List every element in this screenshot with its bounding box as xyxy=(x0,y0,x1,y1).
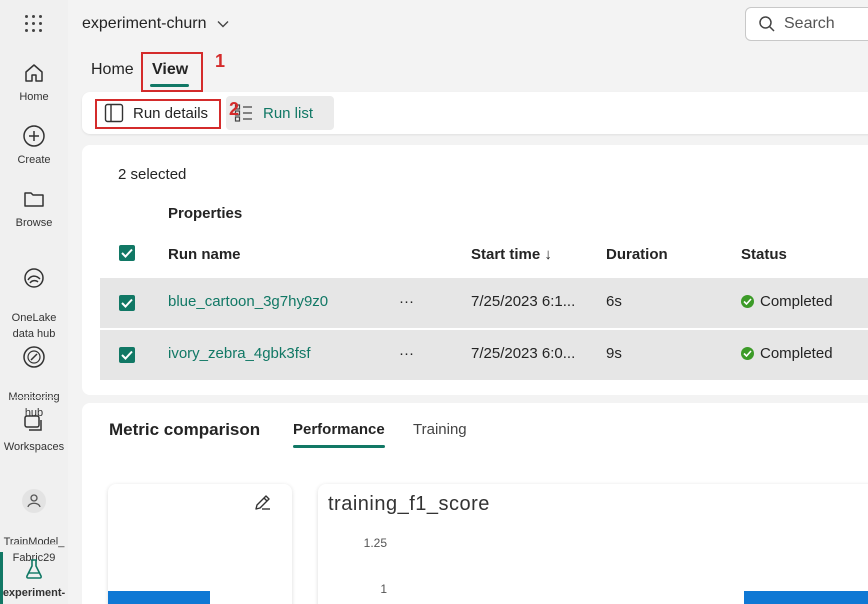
y-tick-label: 1 xyxy=(380,582,387,596)
tab-training[interactable]: Training xyxy=(413,421,467,438)
nav-experiment-label: experiment- xyxy=(2,587,66,599)
status-completed-icon xyxy=(741,295,754,308)
metric-card-partial xyxy=(108,484,292,604)
tab-home[interactable]: Home xyxy=(91,61,134,79)
col-header-start-time[interactable]: Start time ↓ xyxy=(471,246,552,263)
callout-number-2: 2 xyxy=(229,99,240,119)
monitoring-icon xyxy=(23,346,45,368)
run-start-time: 7/25/2023 6:1... xyxy=(471,293,576,310)
flask-icon xyxy=(26,559,42,579)
tab-performance[interactable]: Performance xyxy=(293,421,385,438)
checkmark-icon xyxy=(121,298,133,308)
run-duration: 6s xyxy=(606,293,622,310)
workspaces-icon xyxy=(24,415,42,431)
chart-title: training_f1_score xyxy=(328,493,490,515)
metric-comparison-title: Metric comparison xyxy=(109,420,261,439)
nav-experiment[interactable]: experiment- xyxy=(0,557,68,601)
table-row[interactable]: blue_cartoon_3g7hy9z0 ··· 7/25/2023 6:1.… xyxy=(100,278,868,328)
nav-home[interactable]: Home xyxy=(0,61,68,105)
more-options-icon[interactable]: ··· xyxy=(399,293,414,310)
search-input[interactable]: Search xyxy=(745,7,868,41)
row-checkbox[interactable] xyxy=(119,347,135,363)
workspace-title[interactable]: experiment-churn xyxy=(82,15,229,33)
run-start-time: 7/25/2023 6:0... xyxy=(471,345,576,362)
onelake-icon xyxy=(24,268,44,288)
tab-performance-underline xyxy=(293,445,385,448)
search-placeholder: Search xyxy=(784,15,835,32)
table-row[interactable]: ivory_zebra_4gbk3fsf ··· 7/25/2023 6:0..… xyxy=(100,330,868,380)
select-all-checkbox[interactable] xyxy=(119,245,135,261)
folder-icon xyxy=(24,192,44,207)
run-list-button[interactable]: Run list xyxy=(226,96,334,130)
checkmark-icon xyxy=(121,350,133,360)
chart-bar xyxy=(108,591,210,604)
nav-workspace-trainmodel[interactable]: TrainModel_ Fabric29 xyxy=(0,472,68,566)
nav-workspaces[interactable]: Workspaces xyxy=(0,411,68,455)
edit-pencil-icon[interactable] xyxy=(253,492,273,512)
search-icon xyxy=(759,16,775,32)
nav-workspaces-label: Workspaces xyxy=(3,441,65,453)
run-status-text: Completed xyxy=(760,345,833,362)
col-header-run-name[interactable]: Run name xyxy=(168,246,241,263)
nav-monitoring[interactable]: Monitoring hub xyxy=(0,329,68,421)
row-checkbox[interactable] xyxy=(119,295,135,311)
workspace-avatar-icon xyxy=(22,489,46,513)
col-header-duration[interactable]: Duration xyxy=(606,246,668,263)
app-launcher-icon[interactable] xyxy=(24,14,44,34)
callout-box-run-details xyxy=(95,99,221,129)
col-header-status[interactable]: Status xyxy=(741,246,787,263)
callout-box-view xyxy=(141,52,203,92)
callout-number-1: 1 xyxy=(215,51,226,71)
properties-label: Properties xyxy=(168,205,243,222)
left-nav-rail: Home Create Browse OneLake data hub Moni… xyxy=(0,0,68,604)
selected-count: 2 selected xyxy=(118,166,187,183)
home-icon xyxy=(25,64,43,82)
chart-bar xyxy=(744,591,868,604)
run-duration: 9s xyxy=(606,345,622,362)
status-completed-icon xyxy=(741,347,754,360)
more-options-icon[interactable]: ··· xyxy=(399,345,414,362)
y-tick-label: 1.25 xyxy=(363,536,387,550)
plus-circle-icon xyxy=(23,125,45,147)
nav-home-label: Home xyxy=(19,91,49,103)
run-status: Completed xyxy=(741,345,833,362)
workspace-title-text: experiment-churn xyxy=(82,15,207,32)
run-status: Completed xyxy=(741,293,833,310)
rail-divider xyxy=(10,397,58,398)
run-status-text: Completed xyxy=(760,293,833,310)
run-name-link[interactable]: ivory_zebra_4gbk3fsf xyxy=(168,345,311,362)
run-list-label: Run list xyxy=(263,104,314,122)
nav-browse[interactable]: Browse xyxy=(0,187,68,231)
checkmark-icon xyxy=(121,248,133,258)
nav-create[interactable]: Create xyxy=(0,124,68,168)
nav-browse-label: Browse xyxy=(15,217,53,229)
chevron-down-icon xyxy=(217,21,228,28)
runs-panel: 2 selected Properties Run name Start tim… xyxy=(82,145,868,395)
training-f1-score-card: training_f1_score 1.25 1 xyxy=(318,484,868,604)
run-name-link[interactable]: blue_cartoon_3g7hy9z0 xyxy=(168,293,328,310)
rail-divider-2 xyxy=(10,544,58,545)
nav-create-label: Create xyxy=(17,154,51,166)
